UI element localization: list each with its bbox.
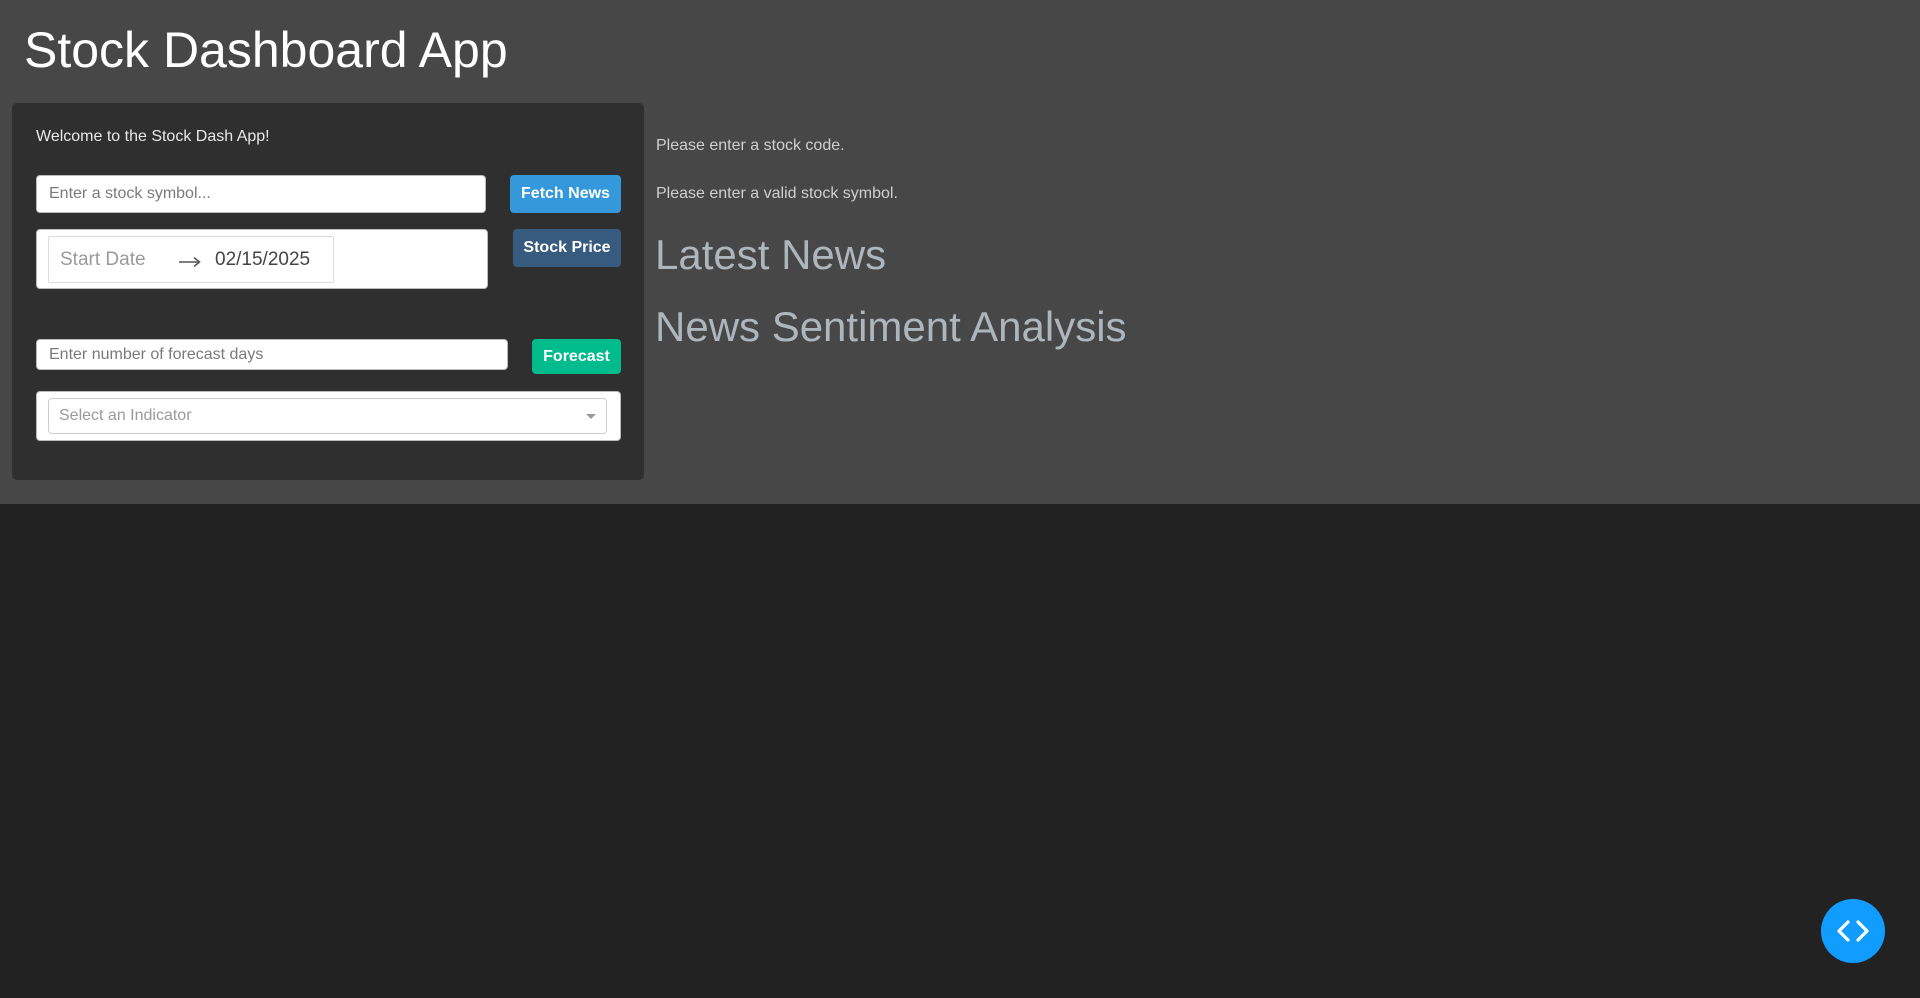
latest-news-heading: Latest News xyxy=(655,231,887,278)
indicator-container: Select an Indicator xyxy=(36,391,621,441)
stock-code-message: Please enter a stock code. xyxy=(656,137,845,154)
dev-tools-button[interactable] xyxy=(1821,899,1885,963)
start-date-input[interactable]: Start Date xyxy=(60,249,146,271)
code-brackets-icon xyxy=(1837,920,1869,942)
content-area: Stock Dashboard App Welcome to the Stock… xyxy=(0,0,1920,504)
page-title: Stock Dashboard App xyxy=(24,22,508,78)
arrow-right-icon xyxy=(179,257,201,267)
app-root: Stock Dashboard App Welcome to the Stock… xyxy=(0,0,1920,998)
stock-price-button[interactable]: Stock Price xyxy=(513,229,621,267)
indicator-dropdown[interactable]: Select an Indicator xyxy=(48,398,607,434)
sentiment-heading: News Sentiment Analysis xyxy=(655,303,1127,350)
control-panel: Welcome to the Stock Dash App! Fetch New… xyxy=(12,103,644,480)
date-range-picker[interactable]: Start Date 02/15/2025 xyxy=(48,236,334,283)
caret-down-icon[interactable] xyxy=(586,414,596,419)
stock-symbol-input[interactable] xyxy=(36,175,486,213)
end-date-input[interactable]: 02/15/2025 xyxy=(215,249,310,271)
forecast-button[interactable]: Forecast xyxy=(532,339,621,374)
date-picker-container: Start Date 02/15/2025 xyxy=(36,229,488,289)
valid-symbol-message: Please enter a valid stock symbol. xyxy=(656,185,898,202)
fetch-news-button[interactable]: Fetch News xyxy=(510,175,621,213)
welcome-message: Welcome to the Stock Dash App! xyxy=(36,128,270,145)
indicator-placeholder: Select an Indicator xyxy=(59,407,192,424)
forecast-days-input[interactable] xyxy=(36,339,508,370)
